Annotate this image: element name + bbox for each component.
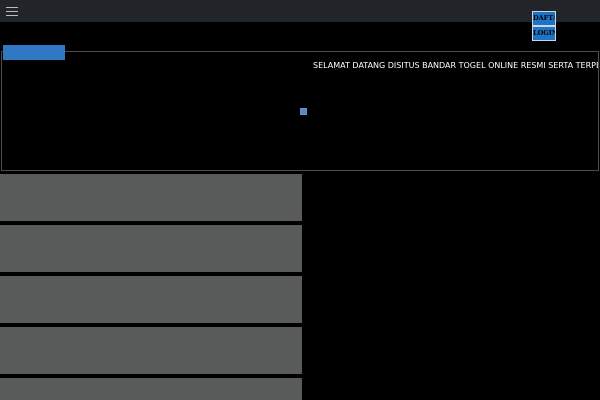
login-button[interactable]: LOGIN (532, 26, 556, 41)
hamburger-menu-icon[interactable] (2, 2, 22, 20)
hero-banner: SELAMAT DATANG DISITUS BANDAR TOGEL ONLI… (1, 51, 599, 171)
daftar-button[interactable]: DAFTAR (532, 11, 556, 26)
broken-image-icon (300, 108, 307, 115)
content-panel[interactable] (0, 327, 302, 374)
welcome-marquee: SELAMAT DATANG DISITUS BANDAR TOGEL ONLI… (313, 61, 599, 70)
content-panel[interactable] (0, 174, 302, 221)
content-panel[interactable] (0, 225, 302, 272)
accent-tab-bar[interactable] (3, 45, 65, 60)
top-navbar (0, 0, 600, 22)
content-panel[interactable] (0, 276, 302, 323)
content-panel[interactable] (0, 378, 302, 400)
page: DAFTAR LOGIN SELAMAT DATANG DISITUS BAND… (0, 0, 600, 400)
menu-line (6, 6, 18, 8)
menu-line (6, 10, 18, 12)
menu-line (6, 14, 18, 16)
